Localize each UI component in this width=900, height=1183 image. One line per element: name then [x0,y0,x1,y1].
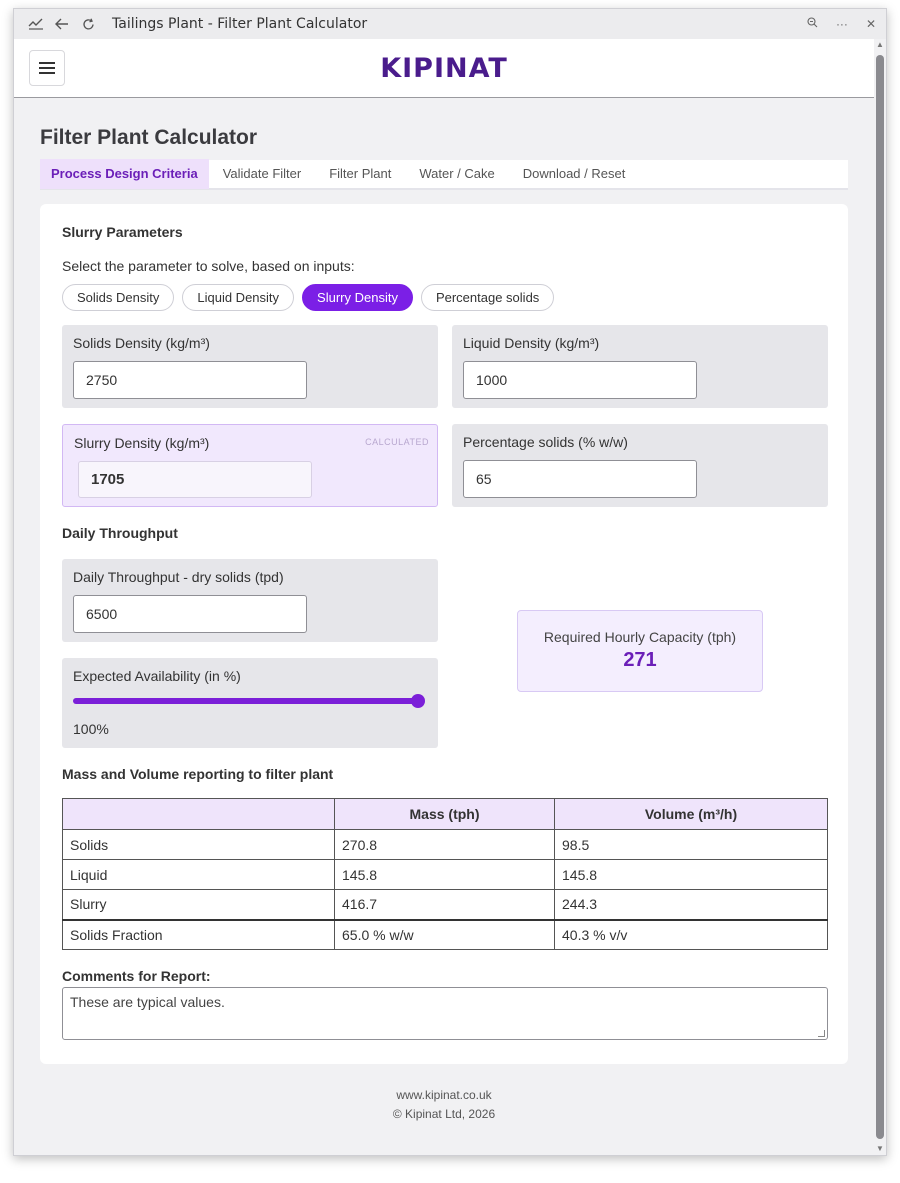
close-icon[interactable]: ✕ [866,17,876,31]
throughput-section-title: Daily Throughput [62,525,178,541]
solids-density-field: Solids Density (kg/m³) 2750 [62,325,438,408]
comments-text: These are typical values. [70,994,225,1010]
daily-throughput-label: Daily Throughput - dry solids (tpd) [73,569,284,585]
table-row: Liquid 145.8 145.8 [62,859,828,890]
more-icon[interactable]: ··· [836,17,848,31]
kipinat-logo[interactable]: KIPINAT [380,53,508,84]
solids-density-label: Solids Density (kg/m³) [73,335,210,351]
solve-option-group: Solids Density Liquid Density Slurry Den… [62,284,826,311]
footer-website[interactable]: www.kipinat.co.uk [40,1086,848,1105]
resize-grip-icon[interactable] [818,1030,825,1037]
tab-bar: Process Design Criteria Validate Filter … [40,159,848,190]
table-cell: 244.3 [554,889,828,920]
table-row: Solids 270.8 98.5 [62,829,828,860]
reload-icon[interactable] [80,16,96,32]
tab-filter-plant[interactable]: Filter Plant [315,159,405,189]
hamburger-menu-button[interactable] [29,50,65,86]
availability-value: 100% [73,721,109,737]
hourly-capacity-label: Required Hourly Capacity (tph) [543,629,737,645]
liquid-density-input[interactable]: 1000 [463,361,697,399]
scroll-up-icon[interactable]: ▲ [876,41,884,49]
menu-icon-line [39,67,55,69]
slurry-fields: Solids Density (kg/m³) 2750 Liquid Densi… [62,325,828,507]
back-arrow-icon[interactable] [54,16,70,32]
table-header-row: Mass (tph) Volume (m³/h) [62,798,828,830]
table-row: Solids Fraction 65.0 % w/w 40.3 % v/v [62,918,828,950]
availability-slider[interactable] [73,694,425,708]
menu-icon-line [39,62,55,64]
table-cell: 416.7 [334,889,555,920]
table-header-cell [62,798,335,830]
tab-validate-filter[interactable]: Validate Filter [209,159,316,189]
calculated-tag: CALCULATED [365,437,429,447]
table-cell: Slurry [62,889,335,920]
site-header: KIPINAT [14,39,874,98]
mass-volume-section-title: Mass and Volume reporting to filter plan… [62,766,334,782]
table-cell: 270.8 [334,829,555,860]
table-cell: 145.8 [334,859,555,890]
percent-solids-field: Percentage solids (% w/w) 65 [452,424,828,507]
table-header-cell: Volume (m³/h) [554,798,828,830]
tab-process-design-criteria[interactable]: Process Design Criteria [40,159,209,189]
daily-throughput-field: Daily Throughput - dry solids (tpd) 6500 [62,559,438,642]
table-cell: Liquid [62,859,335,890]
zoom-icon[interactable] [807,17,818,31]
window-title: Tailings Plant - Filter Plant Calculator [112,16,368,32]
mass-volume-table: Mass (tph) Volume (m³/h) Solids 270.8 98… [62,798,828,950]
page-title: Filter Plant Calculator [40,126,258,149]
availability-field: Expected Availability (in %) 100% [62,658,438,748]
scroll-down-icon[interactable]: ▼ [876,1145,884,1153]
title-bar: Tailings Plant - Filter Plant Calculator… [14,9,886,39]
daily-throughput-input[interactable]: 6500 [73,595,307,633]
footer-copyright: © Kipinat Ltd, 2026 [392,1107,496,1121]
liquid-density-field: Liquid Density (kg/m³) 1000 [452,325,828,408]
browser-window: Tailings Plant - Filter Plant Calculator… [13,8,887,1156]
tab-download-reset[interactable]: Download / Reset [509,159,640,189]
page-viewport: KIPINAT Filter Plant Calculator Process … [14,39,874,1155]
hourly-capacity-value: 271 [623,649,657,671]
table-cell: 40.3 % v/v [554,918,828,950]
solve-prompt: Select the parameter to solve, based on … [62,258,355,274]
hourly-capacity-box: Required Hourly Capacity (tph) 271 [517,609,763,692]
option-liquid-density[interactable]: Liquid Density [182,284,295,311]
scrollbar-thumb[interactable] [876,55,884,1139]
page-footer: www.kipinat.co.uk © Kipinat Ltd, 2026 [40,1086,848,1124]
liquid-density-label: Liquid Density (kg/m³) [463,335,600,351]
percent-solids-label: Percentage solids (% w/w) [463,434,628,450]
option-slurry-density[interactable]: Slurry Density [302,284,413,311]
option-percentage-solids[interactable]: Percentage solids [420,284,555,311]
vertical-scrollbar[interactable]: ▲ ▼ [874,39,886,1155]
slurry-density-field: CALCULATED Slurry Density (kg/m³) 1705 [62,424,438,507]
table-cell: Solids [62,829,335,860]
table-cell: 65.0 % w/w [334,918,555,950]
comments-textarea[interactable]: These are typical values. [62,987,828,1040]
availability-label: Expected Availability (in %) [73,668,241,684]
table-cell: Solids Fraction [62,918,335,950]
solids-density-input[interactable]: 2750 [73,361,307,399]
main-content: Filter Plant Calculator Process Design C… [14,126,874,1124]
tab-water-cake[interactable]: Water / Cake [405,159,508,189]
option-solids-density[interactable]: Solids Density [62,284,175,311]
availability-slider-thumb[interactable] [411,694,425,708]
throughput-area: Daily Throughput - dry solids (tpd) 6500… [62,559,826,748]
site-info-icon[interactable] [28,16,44,32]
table-row: Slurry 416.7 244.3 [62,889,828,920]
table-cell: 145.8 [554,859,828,890]
process-design-card: Slurry Parameters Select the parameter t… [40,204,848,1064]
percent-solids-input[interactable]: 65 [463,460,697,498]
comments-label: Comments for Report: [62,968,211,984]
slurry-section-title: Slurry Parameters [62,224,183,240]
table-header-cell: Mass (tph) [334,798,555,830]
menu-icon-line [39,72,55,74]
table-cell: 98.5 [554,829,828,860]
slurry-density-output: 1705 [78,461,312,498]
